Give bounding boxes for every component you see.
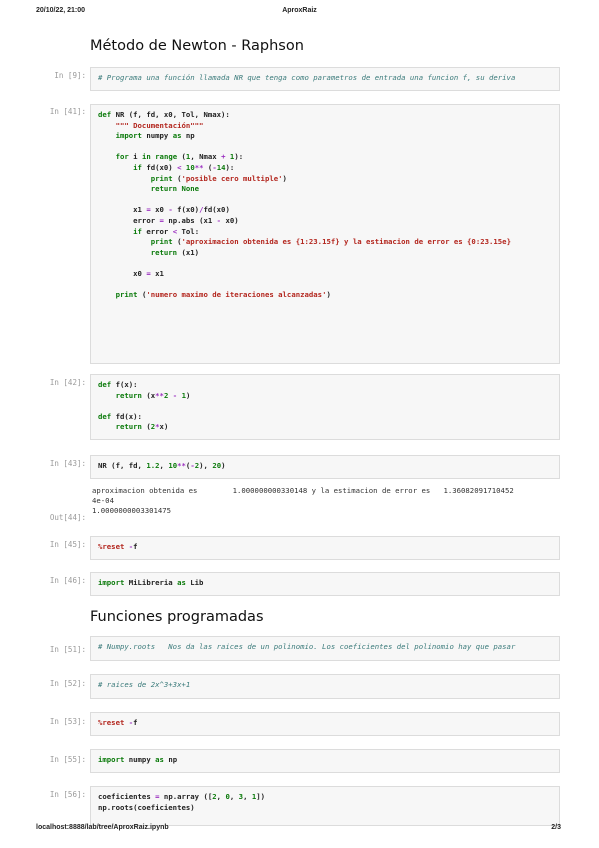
code-cell-np-roots[interactable]: coeficientes = np.array ([2, 0, 3, 1]) n… bbox=[90, 786, 560, 826]
cell-prompt: In [9]: bbox=[54, 71, 86, 80]
cell-output: aproximacion obtenida es 1.0000000003301… bbox=[92, 486, 514, 515]
print-header: 20/10/22, 21:00 AproxRaiz bbox=[0, 7, 599, 21]
cell-prompt: In [55]: bbox=[49, 755, 86, 764]
cell-prompt: In [45]: bbox=[49, 540, 86, 549]
code-cell-numpy-roots-comment[interactable]: # Numpy.roots Nos da las raices de un po… bbox=[90, 636, 560, 661]
cell-code[interactable]: coeficientes = np.array ([2, 0, 3, 1]) n… bbox=[91, 787, 559, 813]
cell-prompt: In [51]: bbox=[49, 645, 86, 654]
cell-prompt: In [53]: bbox=[49, 717, 86, 726]
code-cell-nr-call[interactable]: NR (f, fd, 1.2, 10**(-2), 20) bbox=[90, 455, 560, 479]
cell-code[interactable]: def f(x): return (x**2 - 1) def fd(x): r… bbox=[91, 375, 559, 433]
cell-prompt: In [42]: bbox=[49, 378, 86, 387]
cell-code[interactable]: %reset -f bbox=[91, 713, 559, 729]
cell-code[interactable]: # raices de 2x^3+3x+1 bbox=[91, 675, 559, 691]
cell-code[interactable]: NR (f, fd, 1.2, 10**(-2), 20) bbox=[91, 456, 559, 472]
code-cell-reset[interactable]: %reset -f bbox=[90, 536, 560, 560]
cell-prompt: In [43]: bbox=[49, 459, 86, 468]
code-cell-reset-2[interactable]: %reset -f bbox=[90, 712, 560, 736]
print-url: localhost:8888/lab/tree/AproxRaiz.ipynb bbox=[36, 824, 169, 831]
heading-newton-raphson: Método de Newton - Raphson bbox=[90, 38, 304, 54]
cell-code[interactable]: # Programa una función llamada NR que te… bbox=[91, 68, 559, 84]
cell-code[interactable]: # Numpy.roots Nos da las raices de un po… bbox=[91, 637, 559, 653]
cell-prompt: In [52]: bbox=[49, 679, 86, 688]
cell-code[interactable]: %reset -f bbox=[91, 537, 559, 553]
output-prompt: Out[44]: bbox=[49, 513, 86, 522]
cell-code[interactable]: import MiLibreria as Lib bbox=[91, 573, 559, 589]
code-cell-import-lib[interactable]: import MiLibreria as Lib bbox=[90, 572, 560, 596]
markdown-cell-comment[interactable]: # Programa una función llamada NR que te… bbox=[90, 67, 560, 91]
cell-prompt: In [46]: bbox=[49, 576, 86, 585]
print-footer: localhost:8888/lab/tree/AproxRaiz.ipynb … bbox=[0, 824, 599, 836]
code-cell-raices-comment[interactable]: # raices de 2x^3+3x+1 bbox=[90, 674, 560, 699]
cell-prompt: In [56]: bbox=[49, 790, 86, 799]
heading-funciones: Funciones programadas bbox=[90, 609, 264, 625]
cell-code[interactable]: def NR (f, fd, x0, Tol, Nmax): """ Docum… bbox=[91, 105, 559, 301]
cell-prompt: In [41]: bbox=[49, 107, 86, 116]
print-title: AproxRaiz bbox=[282, 7, 317, 14]
code-cell-nr-function[interactable]: def NR (f, fd, x0, Tol, Nmax): """ Docum… bbox=[90, 104, 560, 364]
print-page-number: 2/3 bbox=[551, 824, 561, 831]
code-cell-import-numpy[interactable]: import numpy as np bbox=[90, 749, 560, 773]
cell-code[interactable]: import numpy as np bbox=[91, 750, 559, 766]
code-cell-f-fd[interactable]: def f(x): return (x**2 - 1) def fd(x): r… bbox=[90, 374, 560, 440]
